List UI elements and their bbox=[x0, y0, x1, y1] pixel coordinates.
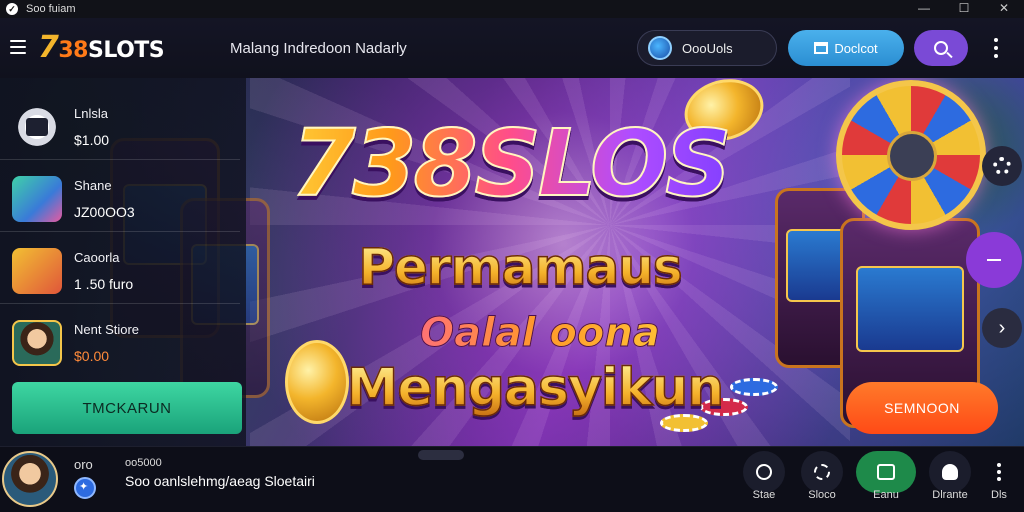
hamburger-menu-icon[interactable] bbox=[10, 40, 26, 54]
casino-chip-image bbox=[730, 378, 778, 396]
sidebar-item-name: Nent Stiore bbox=[74, 322, 140, 337]
deposit-button[interactable]: Doclcot bbox=[788, 30, 904, 66]
bottom-nav-label: Sloco bbox=[808, 489, 836, 501]
ticker-amount: oo5000 bbox=[125, 457, 162, 469]
maximize-icon[interactable]: ☐ bbox=[944, 0, 984, 18]
user-avatar[interactable] bbox=[2, 451, 58, 507]
search-button[interactable] bbox=[914, 30, 968, 66]
user-icon bbox=[942, 464, 958, 480]
hero-tagline: Oalal oona bbox=[350, 310, 730, 357]
more-vertical-icon[interactable] bbox=[993, 38, 999, 58]
drawer-handle[interactable] bbox=[418, 450, 464, 460]
sidebar-item-name: Caoorla bbox=[74, 250, 120, 265]
deposit-label: Doclcot bbox=[834, 40, 878, 56]
bottom-nav-label: Eanu bbox=[873, 489, 899, 501]
gift-icon bbox=[12, 176, 62, 222]
bottom-nav-item-active[interactable]: Eanu bbox=[856, 451, 916, 507]
chip-icon[interactable] bbox=[982, 146, 1022, 186]
username: oro bbox=[74, 457, 93, 472]
app-icon: ✓ bbox=[6, 3, 18, 15]
sidebar-item-name: Lnlsla bbox=[74, 106, 108, 121]
header-nav-link[interactable]: Malang Indredoon Nadarly bbox=[230, 40, 407, 57]
hero-cta-button[interactable]: SEMNOON bbox=[846, 382, 998, 434]
close-icon[interactable]: ✕ bbox=[984, 0, 1024, 18]
more-icon bbox=[997, 463, 1001, 481]
window-title: Soo fuiam bbox=[26, 3, 76, 15]
bottom-nav-label: Stae bbox=[752, 489, 776, 501]
hero-brand-text: 738SLOS bbox=[270, 109, 750, 218]
sidebar-item[interactable]: Nent Stiore $0.00 bbox=[0, 308, 240, 376]
sidebar-item-value: 1 .50 furo bbox=[74, 276, 134, 292]
bottom-nav-item[interactable]: Sloco bbox=[794, 451, 850, 507]
hero-headline: Mengasyikun bbox=[346, 357, 725, 419]
sidebar-item-value: $0.00 bbox=[74, 348, 110, 364]
minimize-icon[interactable]: — bbox=[904, 0, 944, 18]
bottom-nav-label: Dls bbox=[991, 489, 1007, 501]
chips-icon bbox=[814, 464, 830, 480]
guitar-icon bbox=[12, 248, 62, 294]
sidebar-item[interactable]: Lnlsla $1.00 bbox=[0, 92, 240, 160]
bottom-nav-label: Dlrante bbox=[932, 489, 968, 501]
sidebar-item-value: JZ00OO3 bbox=[74, 204, 135, 220]
fortune-wheel-image bbox=[836, 80, 986, 230]
sidebar-item-value: $1.00 bbox=[74, 132, 110, 148]
search-icon bbox=[934, 41, 948, 55]
chat-icon bbox=[756, 464, 772, 480]
sidebar-cta-button[interactable]: TMCKARUN bbox=[12, 382, 242, 434]
sidebar-item-name: Shane bbox=[74, 178, 112, 193]
level-badge-icon bbox=[74, 477, 96, 499]
hero-subtitle: Permamaus bbox=[300, 237, 740, 297]
game-icon bbox=[877, 464, 895, 480]
menu-fab-button[interactable] bbox=[966, 232, 1022, 288]
window-titlebar: ✓ Soo fuiam — ☐ ✕ bbox=[0, 0, 1024, 18]
bottom-nav-item[interactable]: Stae bbox=[736, 451, 792, 507]
balance-label: OooUols bbox=[682, 40, 733, 56]
balance-pill[interactable]: OooUols bbox=[637, 30, 777, 66]
top-header: 738SLOTS Malang Indredoon Nadarly OooUol… bbox=[0, 18, 1024, 78]
sidebar-item[interactable]: Caoorla 1 .50 furo bbox=[0, 236, 240, 304]
chevron-right-icon[interactable]: › bbox=[982, 308, 1022, 348]
dq-icon bbox=[12, 104, 62, 150]
winners-sidebar: Lnlsla $1.00 Shane JZ00OO3 Caoorla 1 .50… bbox=[0, 78, 246, 446]
site-logo[interactable]: 738SLOTS bbox=[38, 30, 165, 65]
sidebar-item[interactable]: Shane JZ00OO3 bbox=[0, 164, 240, 232]
bank-icon bbox=[814, 42, 829, 54]
gold-coin-image bbox=[285, 340, 349, 424]
window-controls: — ☐ ✕ bbox=[904, 0, 1024, 18]
bottom-nav-item[interactable]: Dlrante bbox=[922, 451, 978, 507]
bottom-bar: oro oo5000 Soo oanlslehmg/aeag Sloetairi… bbox=[0, 446, 1024, 512]
ticker-message: Soo oanlslehmg/aeag Sloetairi bbox=[125, 473, 315, 489]
avatar bbox=[12, 320, 62, 366]
bottom-nav-item[interactable]: Dls bbox=[974, 451, 1024, 507]
coin-icon bbox=[648, 36, 672, 60]
